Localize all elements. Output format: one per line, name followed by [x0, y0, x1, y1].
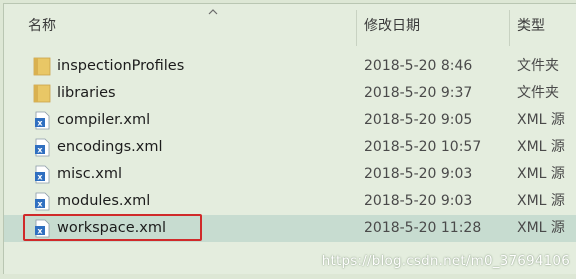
file-type: XML 源: [517, 220, 565, 236]
file-name[interactable]: libraries: [57, 80, 116, 107]
xml-file-icon: x: [35, 192, 50, 211]
file-name[interactable]: modules.xml: [57, 188, 150, 215]
file-modified: 2018-5-20 9:37: [364, 85, 473, 101]
column-header-name[interactable]: 名称: [28, 4, 358, 48]
svg-text:x: x: [37, 119, 43, 128]
column-divider[interactable]: [356, 10, 357, 46]
file-row[interactable]: x modules.xml 2018-5-20 9:03 XML 源: [4, 188, 576, 215]
folder-icon: [33, 84, 51, 103]
svg-text:x: x: [37, 173, 43, 182]
file-modified: 2018-5-20 9:03: [364, 166, 473, 182]
file-row[interactable]: inspectionProfiles 2018-5-20 8:46 文件夹: [4, 53, 576, 80]
file-name[interactable]: encodings.xml: [57, 134, 162, 161]
svg-text:x: x: [37, 200, 43, 209]
xml-file-icon: x: [35, 111, 50, 130]
file-row[interactable]: x misc.xml 2018-5-20 9:03 XML 源: [4, 161, 576, 188]
file-type: XML 源: [517, 193, 565, 209]
file-modified: 2018-5-20 11:28: [364, 220, 482, 236]
column-header: 名称 修改日期 类型: [4, 4, 576, 48]
file-name[interactable]: misc.xml: [57, 161, 122, 188]
file-row[interactable]: x compiler.xml 2018-5-20 9:05 XML 源: [4, 107, 576, 134]
file-name[interactable]: compiler.xml: [57, 107, 150, 134]
file-type: 文件夹: [517, 58, 559, 74]
column-modified-label: 修改日期: [364, 18, 420, 34]
file-type: XML 源: [517, 139, 565, 155]
column-divider[interactable]: [509, 10, 510, 46]
file-type: 文件夹: [517, 85, 559, 101]
file-type: XML 源: [517, 112, 565, 128]
file-type: XML 源: [517, 166, 565, 182]
file-modified: 2018-5-20 9:03: [364, 193, 473, 209]
file-name[interactable]: inspectionProfiles: [57, 53, 184, 80]
column-type-label: 类型: [517, 18, 545, 34]
watermark-text: https://blog.csdn.net/m0_37694106: [321, 253, 570, 269]
column-header-modified[interactable]: 修改日期: [364, 4, 504, 48]
sort-ascending-icon: [208, 9, 218, 15]
xml-file-icon: x: [35, 165, 50, 184]
file-modified: 2018-5-20 10:57: [364, 139, 482, 155]
column-header-type[interactable]: 类型: [517, 4, 576, 48]
annotation-highlight-box: [23, 214, 202, 241]
column-name-label: 名称: [28, 18, 56, 34]
file-modified: 2018-5-20 8:46: [364, 58, 473, 74]
folder-icon: [33, 57, 51, 76]
file-modified: 2018-5-20 9:05: [364, 112, 473, 128]
file-list-panel: 名称 修改日期 类型 inspectionProfiles 2018-5-20 …: [3, 3, 576, 274]
svg-text:x: x: [37, 146, 43, 155]
file-row[interactable]: libraries 2018-5-20 9:37 文件夹: [4, 80, 576, 107]
file-row[interactable]: x encodings.xml 2018-5-20 10:57 XML 源: [4, 134, 576, 161]
xml-file-icon: x: [35, 138, 50, 157]
